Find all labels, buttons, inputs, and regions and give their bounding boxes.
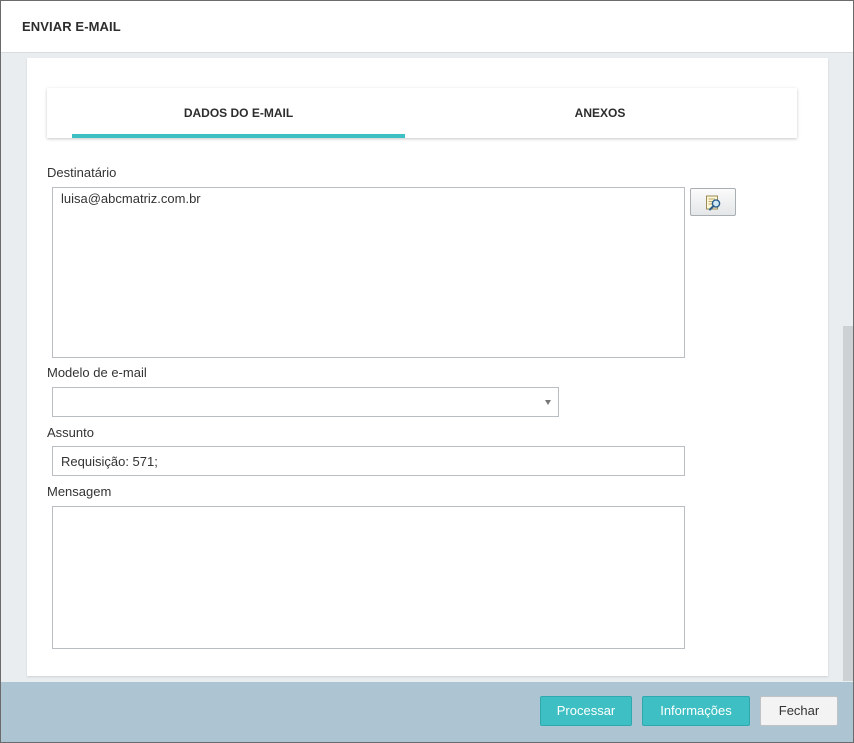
process-button[interactable]: Processar xyxy=(540,696,632,726)
close-button[interactable]: Fechar xyxy=(760,696,838,726)
recipient-label: Destinatário xyxy=(47,165,117,180)
recipient-lookup-button[interactable] xyxy=(690,188,736,216)
search-contacts-icon xyxy=(706,195,721,211)
dialog-header: ENVIAR E-MAIL xyxy=(1,1,853,53)
tab-email-data[interactable]: DADOS DO E-MAIL xyxy=(72,88,405,138)
send-email-dialog: ENVIAR E-MAIL DADOS DO E-MAIL ANEXOS Des… xyxy=(0,0,854,743)
email-template-select[interactable] xyxy=(52,387,559,417)
message-label: Mensagem xyxy=(47,484,112,499)
chevron-down-icon xyxy=(545,400,551,405)
dialog-title: ENVIAR E-MAIL xyxy=(22,19,121,34)
message-field[interactable] xyxy=(52,506,685,649)
info-button[interactable]: Informações xyxy=(642,696,750,726)
tab-attachments[interactable]: ANEXOS xyxy=(405,88,795,138)
dialog-footer: Processar Informações Fechar xyxy=(1,682,853,742)
recipient-field[interactable]: luisa@abcmatriz.com.br xyxy=(52,187,685,358)
subject-field[interactable] xyxy=(52,446,685,476)
form-panel: DADOS DO E-MAIL ANEXOS Destinatário luis… xyxy=(27,58,828,676)
subject-label: Assunto xyxy=(47,425,94,440)
template-label: Modelo de e-mail xyxy=(47,365,147,380)
tab-bar: DADOS DO E-MAIL ANEXOS xyxy=(47,88,797,138)
scrollbar-thumb[interactable] xyxy=(843,326,853,681)
